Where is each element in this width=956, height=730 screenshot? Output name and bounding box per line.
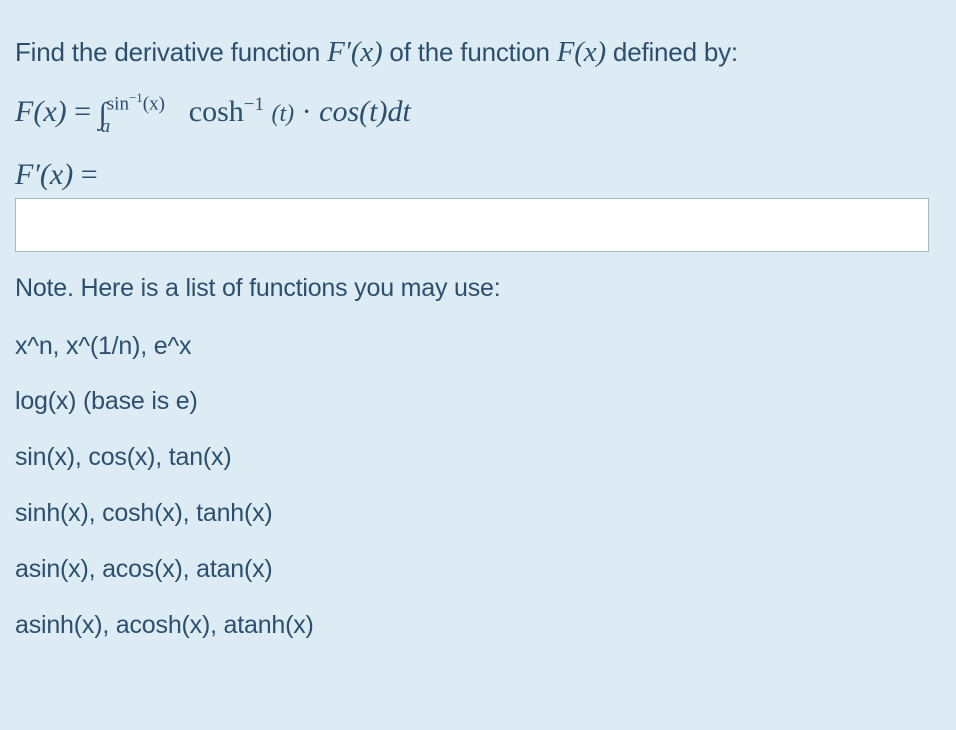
upper-limit-base: sin — [106, 93, 129, 115]
integrand-function: cosh — [188, 95, 244, 128]
integral-limits: sin−1(x) a — [101, 90, 189, 137]
lower-limit: a — [100, 116, 111, 137]
question-prompt: Find the derivative function F′(x) of th… — [15, 36, 738, 69]
note-text: Note. Here is a list of functions you ma… — [15, 274, 501, 302]
integral-definition: F(x) = ∫ sin−1(x) a cosh−1 (t) · cos(t)dt — [15, 90, 411, 137]
function-list-item: x^n, x^(1/n), e^x — [15, 332, 192, 360]
equation-equals: = — [74, 95, 92, 128]
upper-limit-arg: (x) — [142, 93, 165, 115]
answer-label-lhs: F′(x) — [15, 158, 74, 191]
upper-limit: sin−1(x) — [107, 90, 165, 115]
function-list-item: log(x) (base is e) — [15, 387, 198, 415]
question-middle: of the function — [382, 37, 557, 67]
answer-label: F′(x) = — [15, 158, 98, 192]
answer-label-equals: = — [80, 158, 98, 191]
answer-input[interactable] — [15, 198, 929, 252]
derivative-symbol: F′(x) — [327, 36, 383, 68]
integrand-rest: cos(t)dt — [319, 95, 411, 128]
function-list-item: sinh(x), cosh(x), tanh(x) — [15, 499, 273, 527]
function-list-item: sin(x), cos(x), tan(x) — [15, 443, 232, 471]
question-prefix: Find the derivative function — [15, 37, 328, 67]
question-suffix: defined by: — [605, 37, 738, 67]
multiplication-dot: · — [301, 95, 312, 128]
function-list-item: asin(x), acos(x), atan(x) — [15, 555, 273, 583]
integrand-argument: (t) — [271, 101, 295, 127]
function-list-item: asinh(x), acosh(x), atanh(x) — [15, 611, 314, 639]
function-symbol: F(x) — [556, 36, 606, 68]
equation-lhs: F(x) — [15, 95, 67, 128]
integrand-exponent: −1 — [243, 94, 264, 115]
upper-limit-exponent: −1 — [128, 90, 143, 105]
